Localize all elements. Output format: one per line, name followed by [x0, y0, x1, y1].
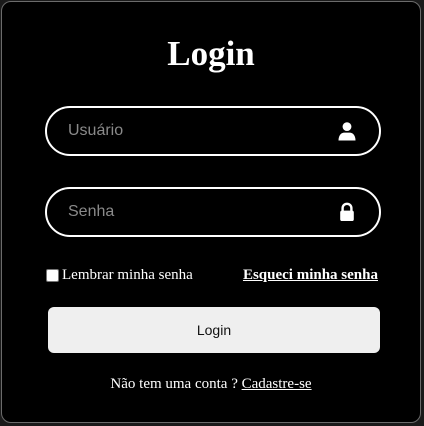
- username-input[interactable]: [47, 108, 379, 154]
- signup-link[interactable]: Cadastre-se: [242, 376, 312, 392]
- password-input[interactable]: [47, 189, 379, 235]
- lock-icon: [340, 202, 354, 221]
- remember-me-checkbox[interactable]: [46, 268, 59, 282]
- remember-me-option[interactable]: Lembrar minha senha: [46, 266, 193, 284]
- forgot-password-link[interactable]: Esqueci minha senha: [243, 266, 378, 284]
- page-title: Login: [167, 34, 255, 73]
- signup-row: Não tem uma conta ? Cadastre-se: [2, 375, 420, 393]
- password-field-wrapper[interactable]: [45, 187, 381, 237]
- signup-prompt: Não tem uma conta ?: [110, 376, 242, 392]
- remember-me-label: Lembrar minha senha: [62, 267, 193, 283]
- login-card: Login Lembrar minha senha Esqueci minha …: [1, 1, 421, 423]
- login-button[interactable]: Login: [48, 307, 380, 353]
- username-field-wrapper[interactable]: [45, 106, 381, 156]
- user-icon: [338, 122, 356, 141]
